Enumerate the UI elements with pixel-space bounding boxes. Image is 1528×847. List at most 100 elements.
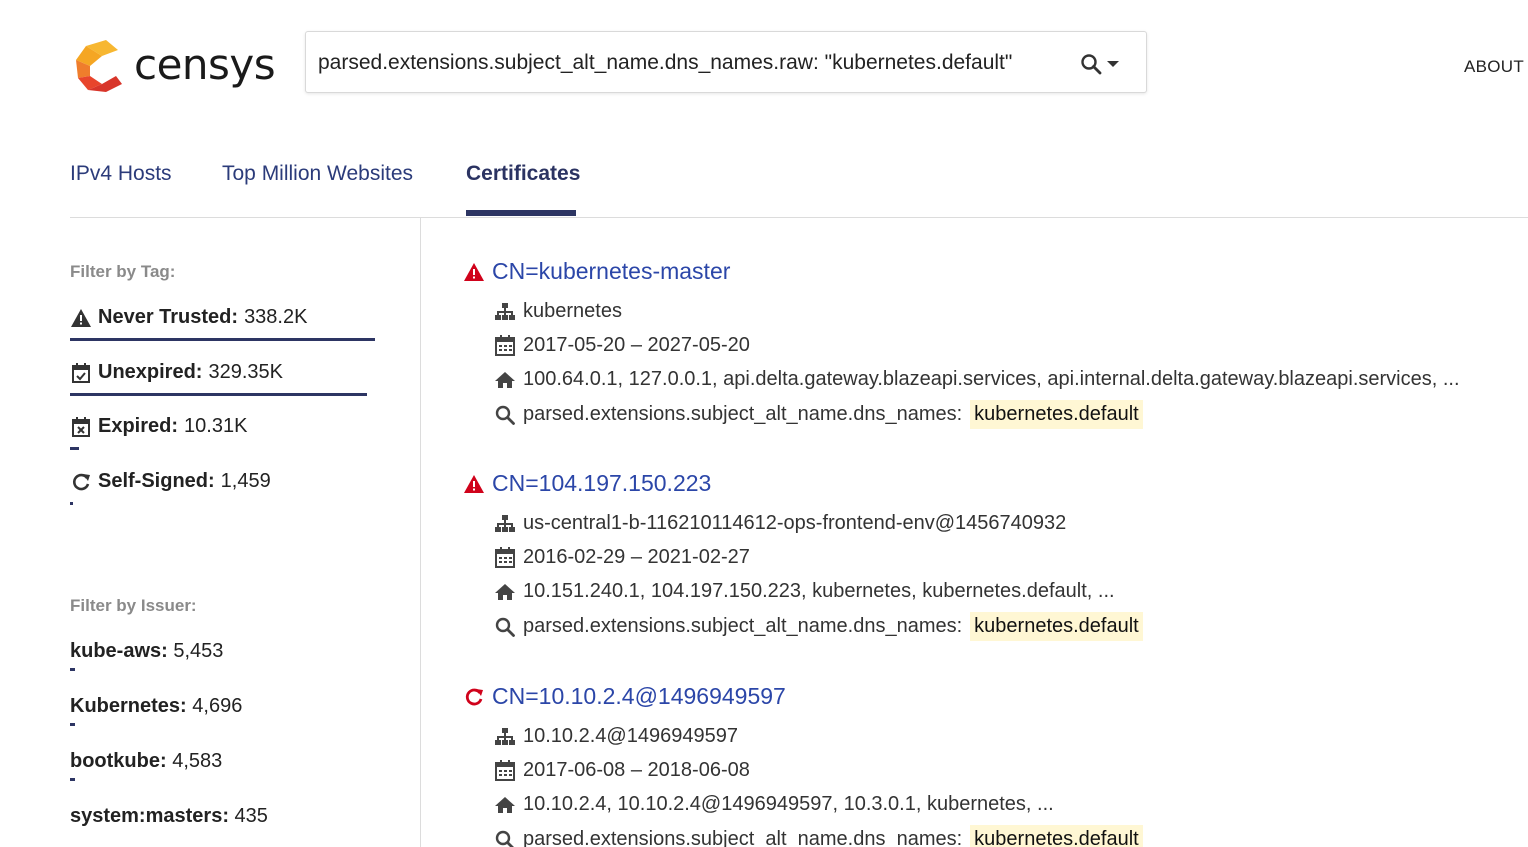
- tag-count: 329.35K: [208, 361, 283, 383]
- match-field-text: parsed.extensions.subject_alt_name.dns_n…: [523, 828, 963, 847]
- issuer-share-bar: [70, 723, 75, 726]
- issuer-count: 4,696: [192, 695, 243, 717]
- home-icon: [494, 369, 516, 391]
- tag-filter-self-signed[interactable]: Self-Signed: 1,459: [70, 470, 271, 505]
- tab-top-million-websites[interactable]: Top Million Websites: [222, 162, 413, 186]
- warning-icon: [462, 472, 486, 496]
- search-icon: [1081, 54, 1102, 75]
- search-icon: [494, 829, 516, 847]
- subject-org-row: 10.10.2.4@1496949597: [494, 725, 738, 748]
- issuer-label: kube-aws:: [70, 640, 168, 662]
- names-text: 10.151.240.1, 104.197.150.223, kubernete…: [523, 580, 1115, 602]
- active-tab-indicator: [466, 210, 576, 216]
- result-title: CN=10.10.2.4@1496949597: [462, 683, 786, 710]
- sitemap-icon: [494, 513, 516, 535]
- match-field-text: parsed.extensions.subject_alt_name.dns_n…: [523, 403, 963, 425]
- filter-sidebar: Filter by Tag: Never Trusted: 338.2K Une…: [0, 218, 421, 847]
- tag-filter-never-trusted[interactable]: Never Trusted: 338.2K: [70, 306, 375, 341]
- issuer-filter-bootkube[interactable]: bootkube: 4,583: [70, 750, 223, 781]
- match-highlight: kubernetes.default: [970, 612, 1143, 641]
- tag-share-bar: [70, 393, 367, 396]
- filter-by-tag-heading: Filter by Tag:: [70, 262, 176, 281]
- tab-ipv4-hosts[interactable]: IPv4 Hosts: [70, 162, 172, 186]
- tag-share-bar: [70, 502, 73, 505]
- names-text: 10.10.2.4, 10.10.2.4@1496949597, 10.3.0.…: [523, 793, 1054, 815]
- sitemap-icon: [494, 301, 516, 323]
- validity-text: 2016-02-29 – 2021-02-27: [523, 546, 750, 568]
- validity-row: 2017-06-08 – 2018-06-08: [494, 759, 750, 782]
- subject-org-row: us-central1-b-116210114612-ops-frontend-…: [494, 512, 1066, 535]
- caret-down-icon: [1107, 61, 1119, 67]
- issuer-count: 5,453: [173, 640, 224, 662]
- warning-icon: [462, 260, 486, 284]
- certificate-title-link[interactable]: CN=kubernetes-master: [492, 258, 730, 285]
- refresh-icon: [70, 471, 92, 493]
- result-title: CN=104.197.150.223: [462, 470, 711, 497]
- search-box: [305, 31, 1147, 93]
- issuer-filter-system-masters[interactable]: system:masters: 435: [70, 805, 268, 828]
- match-row: parsed.extensions.subject_alt_name.dns_n…: [494, 400, 1143, 429]
- search-input[interactable]: [318, 46, 1058, 80]
- calendar-icon: [494, 760, 516, 782]
- issuer-filter-kubernetes[interactable]: Kubernetes: 4,696: [70, 695, 243, 726]
- issuer-count: 435: [234, 805, 268, 827]
- validity-text: 2017-06-08 – 2018-06-08: [523, 759, 750, 781]
- match-row: parsed.extensions.subject_alt_name.dns_n…: [494, 612, 1143, 641]
- tag-label: Unexpired:: [98, 361, 203, 383]
- censys-logo[interactable]: censys: [72, 34, 282, 96]
- tag-count: 10.31K: [184, 415, 248, 437]
- tag-filter-unexpired[interactable]: Unexpired: 329.35K: [70, 361, 367, 396]
- names-row: 10.10.2.4, 10.10.2.4@1496949597, 10.3.0.…: [494, 793, 1054, 816]
- censys-logo-mark-icon: [76, 40, 122, 92]
- header: censys ABOUT: [0, 0, 1528, 120]
- match-field-text: parsed.extensions.subject_alt_name.dns_n…: [523, 615, 963, 637]
- calendar-check-icon: [70, 362, 92, 384]
- issuer-filter-kube-aws[interactable]: kube-aws: 5,453: [70, 640, 224, 671]
- certificate-title-link[interactable]: CN=10.10.2.4@1496949597: [492, 683, 786, 710]
- validity-row: 2017-05-20 – 2027-05-20: [494, 334, 750, 357]
- issuer-label: bootkube:: [70, 750, 167, 772]
- names-row: 100.64.0.1, 127.0.0.1, api.delta.gateway…: [494, 368, 1460, 391]
- validity-row: 2016-02-29 – 2021-02-27: [494, 546, 750, 569]
- calendar-icon: [494, 547, 516, 569]
- refresh-icon: [462, 685, 486, 709]
- tag-label: Expired:: [98, 415, 179, 437]
- validity-text: 2017-05-20 – 2027-05-20: [523, 334, 750, 356]
- subject-org-text: kubernetes: [523, 300, 622, 322]
- certificate-results-list: CN=kubernetes-master kubernetes 2017-05-…: [440, 218, 1528, 847]
- result-type-tabs: IPv4 Hosts Top Million Websites Certific…: [70, 150, 1528, 218]
- search-icon: [494, 404, 516, 426]
- subject-org-text: 10.10.2.4@1496949597: [523, 725, 738, 747]
- certificate-title-link[interactable]: CN=104.197.150.223: [492, 470, 711, 497]
- tab-certificates[interactable]: Certificates: [466, 162, 580, 186]
- result-title: CN=kubernetes-master: [462, 258, 730, 285]
- tag-label: Self-Signed:: [98, 470, 215, 492]
- tag-share-bar: [70, 338, 375, 341]
- match-highlight: kubernetes.default: [970, 825, 1143, 847]
- issuer-label: Kubernetes:: [70, 695, 187, 717]
- about-link[interactable]: ABOUT: [1464, 57, 1524, 77]
- sitemap-icon: [494, 726, 516, 748]
- names-row: 10.151.240.1, 104.197.150.223, kubernete…: [494, 580, 1115, 603]
- filter-by-issuer-heading: Filter by Issuer:: [70, 596, 197, 615]
- names-text: 100.64.0.1, 127.0.0.1, api.delta.gateway…: [523, 368, 1460, 390]
- issuer-share-bar: [70, 668, 75, 671]
- tag-label: Never Trusted:: [98, 306, 239, 328]
- home-icon: [494, 794, 516, 816]
- search-dropdown-button[interactable]: [1080, 46, 1130, 82]
- warning-icon: [70, 307, 92, 329]
- issuer-label: system:masters:: [70, 805, 229, 827]
- match-highlight: kubernetes.default: [970, 400, 1143, 429]
- subject-org-row: kubernetes: [494, 300, 622, 323]
- calendar-x-icon: [70, 416, 92, 438]
- issuer-count: 4,583: [172, 750, 223, 772]
- logo-text: censys: [134, 40, 276, 89]
- tag-count: 1,459: [220, 470, 271, 492]
- tag-share-bar: [70, 447, 79, 450]
- tag-count: 338.2K: [244, 306, 308, 328]
- subject-org-text: us-central1-b-116210114612-ops-frontend-…: [523, 512, 1067, 534]
- search-icon: [494, 616, 516, 638]
- tag-filter-expired[interactable]: Expired: 10.31K: [70, 415, 248, 450]
- match-row: parsed.extensions.subject_alt_name.dns_n…: [494, 825, 1143, 847]
- calendar-icon: [494, 335, 516, 357]
